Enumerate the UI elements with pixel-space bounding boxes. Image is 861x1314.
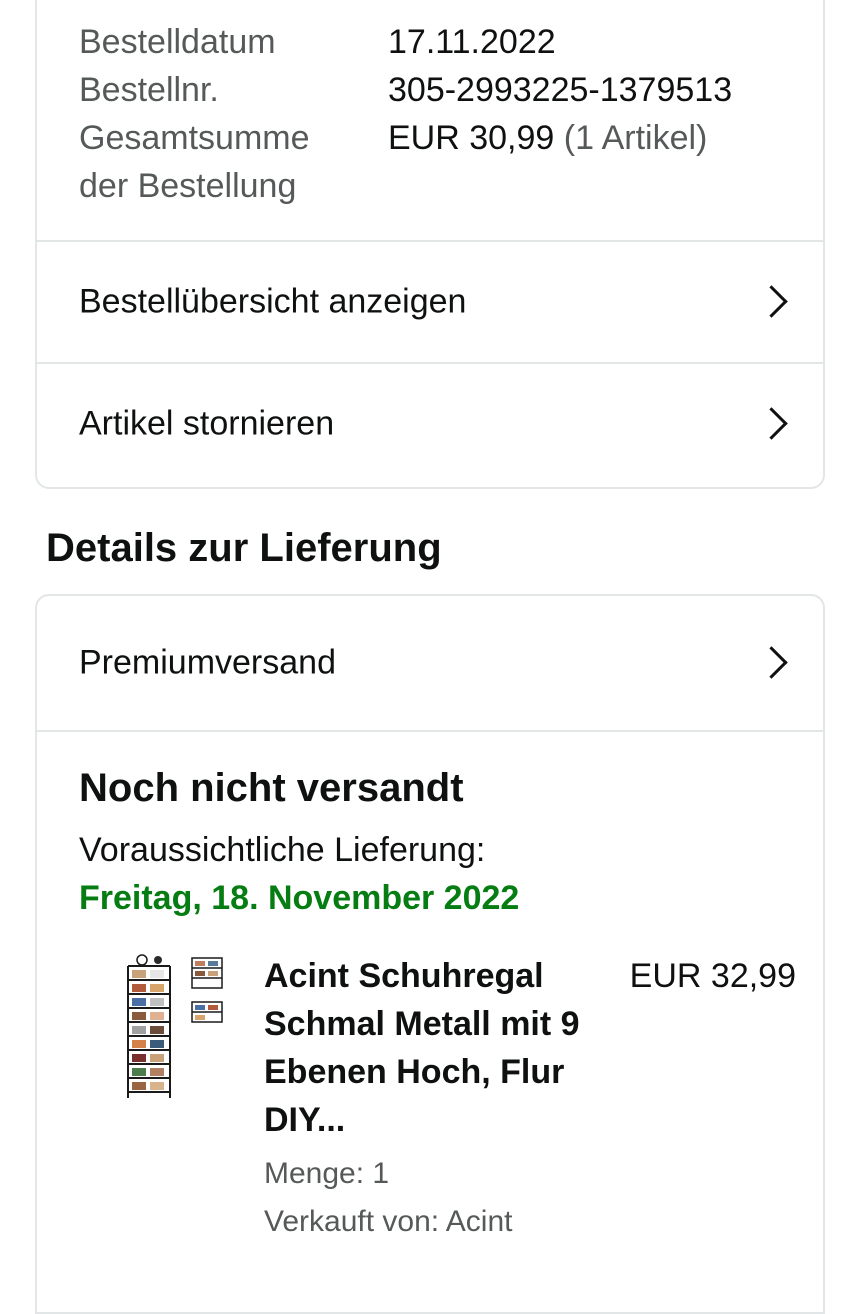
expected-delivery-date: Freitag, 18. November 2022: [79, 879, 520, 917]
order-total-amount: EUR 30,99: [388, 119, 555, 157]
view-order-summary-label: Bestellübersicht anzeigen: [79, 282, 467, 321]
divider: [37, 730, 823, 732]
shipping-method-link[interactable]: Premiumversand: [37, 596, 823, 730]
order-number-label: Bestellnr.: [79, 71, 219, 109]
order-total-label: Gesamtsumme der Bestellung: [79, 119, 310, 205]
order-date-value: 17.11.2022: [388, 23, 556, 61]
shipping-method-label: Premiumversand: [79, 643, 336, 682]
product-price: EUR 32,99: [629, 957, 796, 995]
chevron-right-icon: [755, 285, 788, 318]
order-total-item-count: (1 Artikel): [563, 119, 708, 157]
product-seller: Verkauft von: Acint: [264, 1205, 513, 1238]
shipment-status: Noch nicht versandt: [79, 766, 464, 810]
delivery-card: Premiumversand Noch nicht versandt Vorau…: [35, 594, 825, 1314]
order-info-card: Bestelldatum 17.11.2022 Bestellnr. 305-2…: [35, 0, 825, 489]
chevron-right-icon: [755, 407, 788, 440]
order-total-value: EUR 30,99 (1 Artikel): [388, 114, 707, 162]
chevron-right-icon: [755, 646, 788, 679]
shoe-rack-product-image[interactable]: [122, 952, 232, 1102]
order-date-label: Bestelldatum: [79, 23, 276, 61]
cancel-items-link[interactable]: Artikel stornieren: [37, 364, 823, 484]
product-title-link[interactable]: Acint Schuhregal Schmal Metall mit 9 Ebe…: [264, 952, 614, 1144]
order-number-value: 305-2993225-1379513: [388, 71, 733, 109]
cancel-items-label: Artikel stornieren: [79, 404, 335, 443]
product-quantity: Menge: 1: [264, 1157, 390, 1190]
expected-delivery-label: Voraussichtliche Lieferung:: [79, 831, 486, 869]
view-order-summary-link[interactable]: Bestellübersicht anzeigen: [37, 242, 823, 362]
delivery-details-heading: Details zur Lieferung: [46, 526, 442, 570]
